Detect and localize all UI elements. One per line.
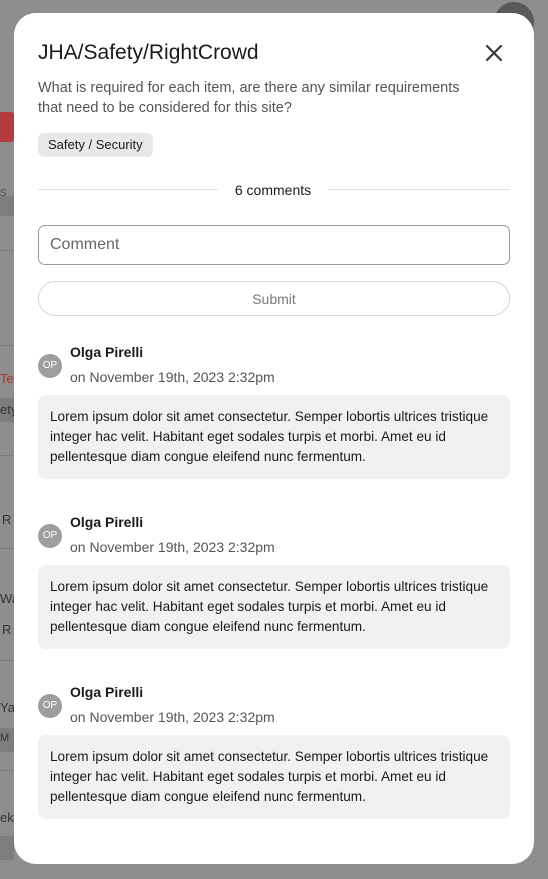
comment-author: Olga Pirelli [70,684,144,700]
background-text: Wa [0,591,14,606]
background-alert-badge [0,112,14,142]
comments-modal: JHA/Safety/RightCrowd What is required f… [14,13,534,864]
comment-timestamp: on November 19th, 2023 2:32pm [70,709,275,725]
background-text: Te [0,371,14,386]
comment-author: Olga Pirelli [70,514,144,530]
background-text: Ya [0,700,14,715]
background-text: ek [0,810,14,825]
close-icon [485,44,503,62]
background-strip [0,196,14,216]
background-divider [0,548,14,549]
avatar: OP [38,694,62,718]
divider-left [38,189,218,190]
modal-description: What is required for each item, are ther… [38,80,460,116]
comment-timestamp: on November 19th, 2023 2:32pm [70,369,275,385]
comment-body: Lorem ipsum dolor sit amet consectetur. … [38,565,510,649]
comments-count: 6 comments [234,182,312,198]
modal-title: JHA/Safety/RightCrowd [38,41,259,64]
comment-body: Lorem ipsum dolor sit amet consectetur. … [38,735,510,819]
category-tag: Safety / Security [38,133,153,157]
comment-timestamp: on November 19th, 2023 2:32pm [70,539,275,555]
avatar: OP [38,524,62,548]
background-divider [0,345,14,346]
background-text: M [0,732,10,744]
comment-body: Lorem ipsum dolor sit amet consectetur. … [38,395,510,479]
avatar: OP [38,354,62,378]
close-button[interactable] [482,41,506,65]
background-divider [0,660,14,661]
background-text: ety [0,402,14,417]
background-divider [0,250,14,251]
background-divider [0,455,14,456]
comment-author: Olga Pirelli [70,344,144,360]
comment-input[interactable] [38,225,510,265]
submit-button[interactable]: Submit [38,281,510,316]
background-strip [0,836,14,860]
divider-right [328,189,510,190]
background-divider [0,770,14,771]
